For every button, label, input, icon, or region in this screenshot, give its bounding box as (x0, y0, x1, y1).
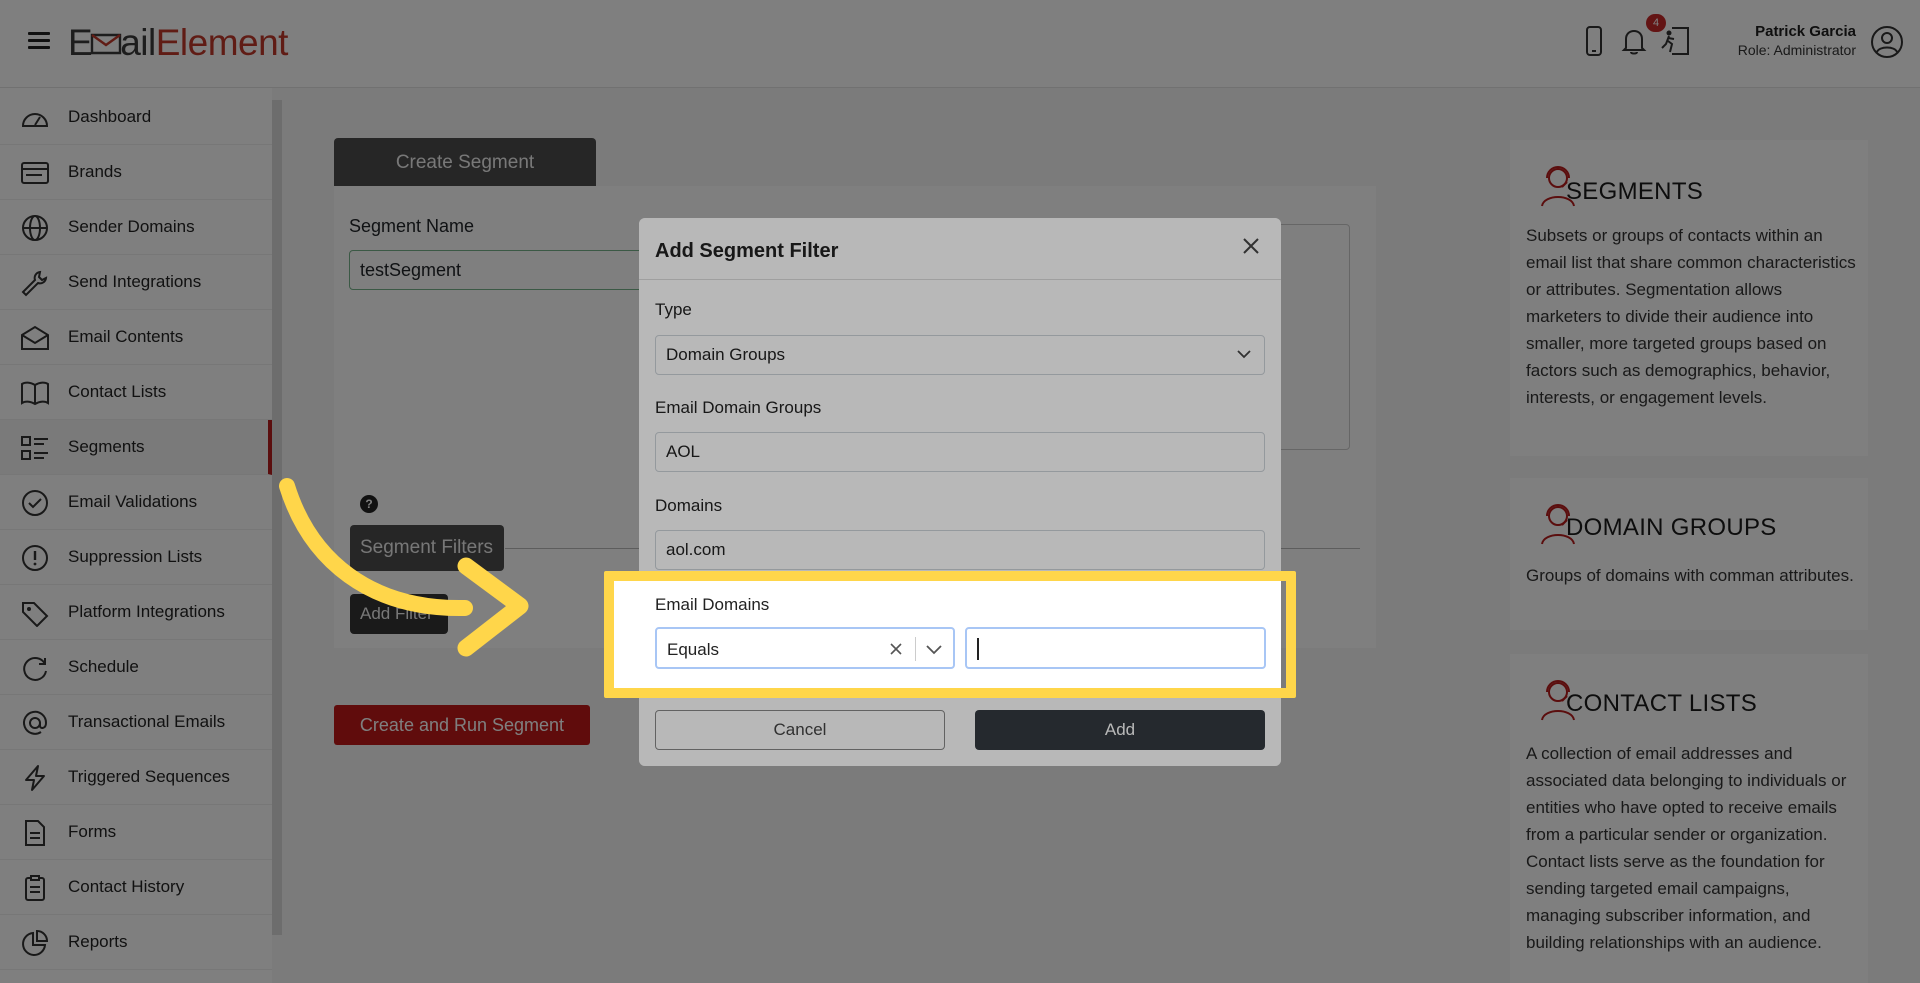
chevron-down-icon[interactable] (925, 643, 943, 655)
email-domain-input[interactable] (965, 627, 1266, 669)
text-caret (977, 638, 979, 660)
clear-icon[interactable] (888, 641, 904, 657)
operator-select[interactable]: Equals (655, 627, 955, 669)
select-separator (915, 637, 916, 661)
email-domains-label: Email Domains (655, 595, 770, 614)
pointer-arrow-icon (279, 478, 529, 657)
